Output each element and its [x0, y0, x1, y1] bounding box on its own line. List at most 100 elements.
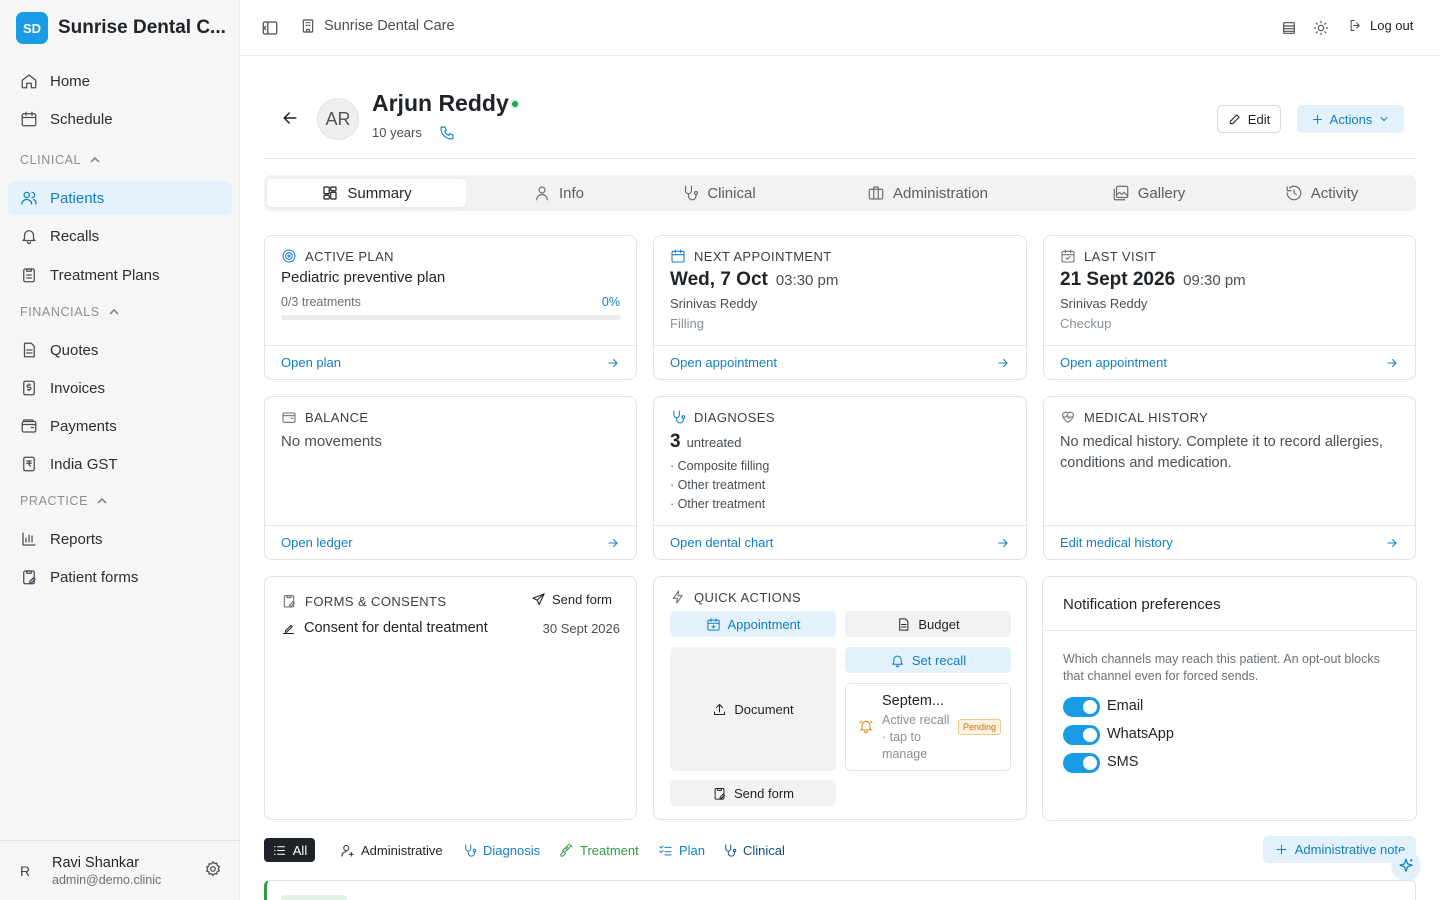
- user-profile[interactable]: R Ravi Shankar admin@demo.clinic: [0, 840, 240, 900]
- sidebar-item-reports[interactable]: Reports: [8, 522, 232, 556]
- filter-treatment[interactable]: Treatment: [559, 838, 639, 862]
- tab-gallery[interactable]: Gallery: [1049, 179, 1248, 207]
- next-appointment-card: NEXT APPOINTMENT Wed, 7 Oct 03:30 pm Sri…: [653, 235, 1027, 380]
- tab-clinical[interactable]: Clinical: [619, 179, 818, 207]
- open-ledger-link[interactable]: Open ledger: [265, 525, 636, 559]
- filter-plan[interactable]: Plan: [658, 838, 705, 862]
- sidebar-item-schedule[interactable]: Schedule: [8, 102, 232, 136]
- clinic-breadcrumb[interactable]: Sunrise Dental Care: [300, 18, 455, 34]
- stethoscope-icon: [725, 843, 737, 857]
- users-icon: [21, 191, 37, 205]
- phone-icon[interactable]: [439, 125, 455, 141]
- sidebar-item-recalls[interactable]: Recalls: [8, 219, 232, 253]
- card-title: MEDICAL HISTORY: [1084, 409, 1209, 425]
- email-toggle[interactable]: [1063, 697, 1100, 717]
- consent-form-row[interactable]: Consent for dental treatment: [281, 620, 488, 636]
- diagnosis-item[interactable]: · Other treatment: [670, 478, 765, 492]
- link-label: Edit medical history: [1060, 535, 1173, 550]
- open-appointment-link[interactable]: Open appointment: [654, 345, 1026, 379]
- actions-dropdown[interactable]: Actions: [1297, 105, 1404, 133]
- balance-text: No movements: [281, 433, 382, 450]
- plan-progress-bar: [281, 315, 621, 320]
- theme-sun-icon[interactable]: [1313, 20, 1329, 36]
- card-header: ACTIVE PLAN: [281, 248, 394, 264]
- card-title: DIAGNOSES: [694, 409, 775, 425]
- send-form-label: Send form: [552, 592, 612, 607]
- tab-summary[interactable]: Summary: [267, 179, 466, 207]
- send-form-quick-button[interactable]: Send form: [670, 780, 836, 806]
- set-recall-button[interactable]: Set recall: [845, 647, 1011, 673]
- medical-history-text: No medical history. Complete it to recor…: [1060, 434, 1383, 471]
- wallet-icon: [282, 412, 296, 423]
- filter-label: Diagnosis: [483, 842, 541, 858]
- filter-label: Administrative: [361, 842, 443, 858]
- link-label: Open appointment: [670, 355, 777, 370]
- section-financials[interactable]: FINANCIALS: [20, 305, 120, 319]
- open-visit-link[interactable]: Open appointment: [1044, 345, 1415, 379]
- sidebar-item-label: Treatment Plans: [50, 266, 160, 284]
- sidebar-item-treatment-plans[interactable]: Treatment Plans: [8, 258, 232, 292]
- send-form-button[interactable]: Send form: [531, 592, 612, 607]
- arrow-right-icon: [608, 358, 618, 367]
- sidebar-item-label: Invoices: [50, 379, 106, 397]
- sms-toggle[interactable]: [1063, 753, 1100, 773]
- tab-label: Gallery: [1137, 184, 1186, 202]
- sidebar-item-home[interactable]: Home: [8, 64, 232, 98]
- back-arrow-icon[interactable]: [280, 108, 300, 128]
- receipt-icon: [23, 380, 35, 396]
- filter-diagnosis[interactable]: Diagnosis: [462, 838, 540, 862]
- edit-button[interactable]: Edit: [1217, 105, 1281, 133]
- pencil-icon: [1229, 114, 1240, 125]
- ai-assistant-button[interactable]: [1391, 851, 1421, 881]
- recall-card[interactable]: Septem... Active recall · tap to manage …: [845, 683, 1011, 771]
- tab-activity[interactable]: Activity: [1222, 179, 1421, 207]
- diagnosis-item[interactable]: · Other treatment: [670, 497, 765, 511]
- rupee-receipt-icon: [23, 456, 35, 472]
- chevron-down-icon: [1380, 116, 1388, 122]
- sidebar-item-payments[interactable]: Payments: [8, 409, 232, 443]
- sidebar-item-patient-forms[interactable]: Patient forms: [8, 560, 232, 594]
- filter-all[interactable]: All: [264, 838, 315, 862]
- budget-button[interactable]: Budget: [845, 611, 1011, 637]
- gear-icon[interactable]: [204, 860, 222, 878]
- diagnosis-item[interactable]: · Composite filling: [670, 459, 769, 473]
- filter-clinical[interactable]: Clinical: [722, 838, 785, 862]
- logout-button[interactable]: Log out: [1348, 18, 1413, 33]
- open-plan-link[interactable]: Open plan: [265, 345, 636, 379]
- briefcase-icon: [868, 186, 884, 200]
- sidebar-item-patients[interactable]: Patients: [8, 181, 232, 215]
- card-header: FORMS & CONSENTS: [281, 593, 446, 609]
- whatsapp-toggle[interactable]: [1063, 725, 1100, 745]
- card-title: Notification preferences: [1063, 596, 1221, 613]
- sidebar-item-label: Home: [50, 72, 91, 90]
- timeline-entry[interactable]: [264, 880, 1416, 900]
- clinic-breadcrumb-label: Sunrise Dental Care: [324, 18, 455, 34]
- sidebar-item-invoices[interactable]: Invoices: [8, 371, 232, 405]
- notification-description: Which channels may reach this patient. A…: [1063, 652, 1380, 683]
- actions-label: Actions: [1329, 111, 1373, 127]
- tab-label: Activity: [1310, 184, 1359, 202]
- history-icon: [1286, 185, 1302, 201]
- tab-administration[interactable]: Administration: [828, 179, 1027, 207]
- document-icon: [23, 342, 35, 358]
- open-dental-chart-link[interactable]: Open dental chart: [654, 525, 1026, 559]
- button-label: Set recall: [911, 652, 967, 668]
- checklist-icon: [659, 845, 672, 855]
- recall-description: Active recall · tap to manage: [882, 713, 950, 761]
- filter-administrative[interactable]: Administrative: [340, 838, 443, 862]
- section-practice[interactable]: PRACTICE: [20, 494, 108, 508]
- clinic-brand[interactable]: SD Sunrise Dental C...: [16, 12, 226, 44]
- lightning-icon: [672, 590, 683, 604]
- sidebar-toggle-icon[interactable]: [261, 19, 279, 37]
- sidebar-item-quotes[interactable]: Quotes: [8, 333, 232, 367]
- section-clinical[interactable]: CLINICAL: [20, 153, 101, 167]
- edit-medical-history-link[interactable]: Edit medical history: [1044, 525, 1415, 559]
- medical-history-card: MEDICAL HISTORY No medical history. Comp…: [1043, 396, 1416, 560]
- new-appointment-button[interactable]: Appointment: [670, 611, 836, 637]
- list-view-icon[interactable]: [1281, 20, 1297, 36]
- stethoscope-icon: [673, 410, 686, 424]
- sidebar-item-india-gst[interactable]: India GST: [8, 447, 232, 481]
- upload-document-button[interactable]: Document: [670, 647, 836, 771]
- user-avatar: R: [20, 863, 31, 879]
- sidebar-item-label: Patient forms: [50, 568, 139, 586]
